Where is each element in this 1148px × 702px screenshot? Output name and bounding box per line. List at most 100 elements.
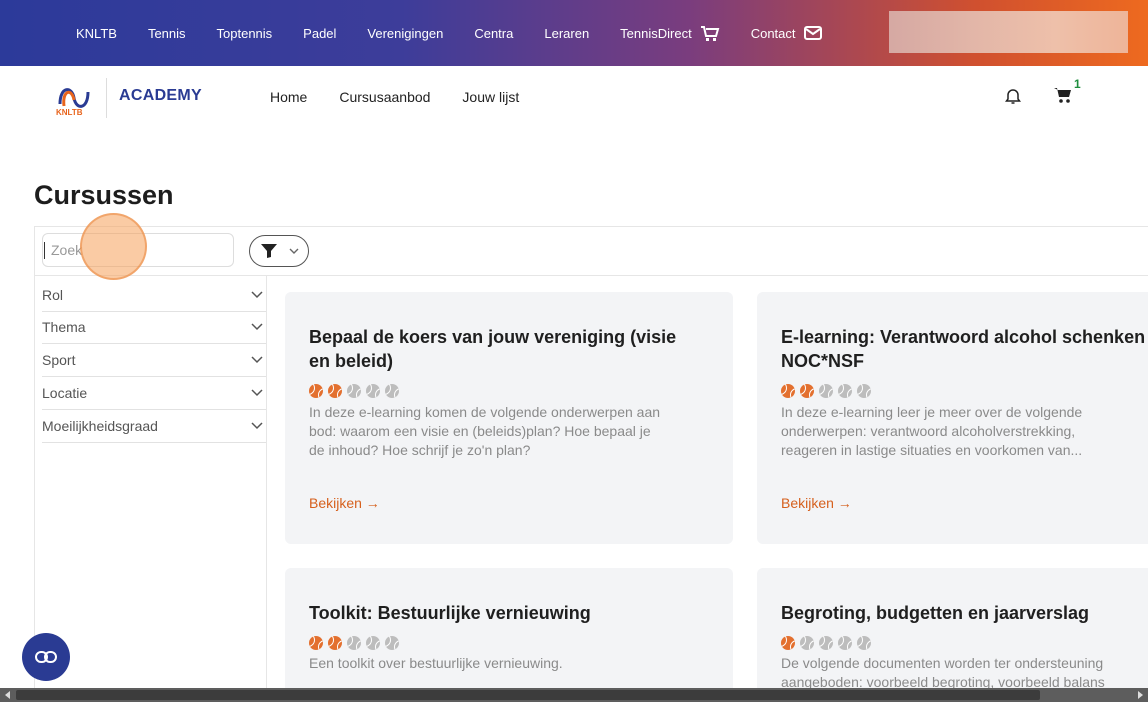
logo-text: KNLTB bbox=[56, 108, 83, 117]
chevron-down-icon bbox=[251, 389, 263, 397]
click-indicator bbox=[80, 213, 147, 280]
mail-icon bbox=[803, 26, 822, 40]
course-description: De volgende documenten worden ter onders… bbox=[781, 654, 1148, 688]
facet-label: Locatie bbox=[42, 385, 88, 401]
global-navbar: KNLTB Tennis Toptennis Padel Vereniginge… bbox=[0, 0, 1148, 66]
description-line: In deze e-learning komen de volgende ond… bbox=[309, 404, 661, 420]
topnav-verenigingen[interactable]: Verenigingen bbox=[367, 26, 443, 41]
tennis-ball-icon bbox=[328, 636, 342, 650]
topnav-leraren[interactable]: Leraren bbox=[544, 26, 589, 41]
chevron-down-icon bbox=[251, 323, 263, 331]
facet-sport[interactable]: Sport bbox=[42, 344, 266, 377]
topnav-toptennis[interactable]: Toptennis bbox=[217, 26, 273, 41]
global-nav: KNLTB Tennis Toptennis Padel Vereniginge… bbox=[0, 0, 853, 66]
tennis-ball-icon bbox=[385, 636, 399, 650]
topnav-tennis[interactable]: Tennis bbox=[148, 26, 186, 41]
tennis-ball-icon bbox=[800, 384, 814, 398]
tennis-ball-icon bbox=[857, 636, 871, 650]
tennis-ball-icon bbox=[347, 384, 361, 398]
course-title: E-learning: Verantwoord alcohol schenken bbox=[781, 327, 1146, 347]
topnav-tennisdirect[interactable]: TennisDirect bbox=[620, 25, 720, 41]
topnav-knltb[interactable]: KNLTB bbox=[76, 26, 117, 41]
topnav-padel[interactable]: Padel bbox=[303, 26, 336, 41]
tennis-ball-icon bbox=[800, 636, 814, 650]
tennis-ball-icon bbox=[347, 636, 361, 650]
course-description: Een toolkit over bestuurlijke vernieuwin… bbox=[309, 654, 709, 673]
difficulty-rating bbox=[781, 636, 876, 650]
filter-toggle-button[interactable] bbox=[249, 235, 309, 267]
description-line: reageren in lastige situaties en voorkom… bbox=[781, 442, 1083, 458]
scrollbar-thumb[interactable] bbox=[16, 690, 1040, 700]
course-card[interactable]: Toolkit: Bestuurlijke vernieuwing Een to… bbox=[285, 568, 733, 688]
main-nav: Home Cursusaanbod Jouw lijst bbox=[270, 89, 551, 105]
difficulty-rating bbox=[781, 384, 876, 398]
course-description: In deze e-learning komen de volgende ond… bbox=[309, 403, 709, 460]
chevron-down-icon bbox=[289, 248, 299, 254]
description-line: Een toolkit over bestuurlijke vernieuwin… bbox=[309, 655, 563, 671]
description-line: In deze e-learning leer je meer over de … bbox=[781, 404, 1083, 420]
nav-home[interactable]: Home bbox=[270, 89, 307, 105]
facet-rol[interactable]: Rol bbox=[42, 279, 266, 312]
view-course-link[interactable]: Bekijken → bbox=[309, 495, 380, 511]
academy-brand[interactable]: ACADEMY bbox=[119, 87, 202, 105]
nav-jouw-lijst[interactable]: Jouw lijst bbox=[462, 89, 519, 105]
tennis-ball-icon bbox=[781, 636, 795, 650]
text-cursor bbox=[44, 242, 45, 259]
description-line: aangeboden: voorbeeld begroting, voorbee… bbox=[781, 674, 1105, 688]
scroll-right-icon[interactable] bbox=[1138, 691, 1143, 699]
facet-label: Moeilijkheidsgraad bbox=[42, 418, 158, 434]
facet-label: Thema bbox=[42, 319, 86, 335]
tennis-ball-icon bbox=[857, 384, 871, 398]
facet-label: Sport bbox=[42, 352, 76, 368]
tennis-ball-icon bbox=[838, 384, 852, 398]
header-divider bbox=[106, 78, 107, 118]
difficulty-rating bbox=[309, 384, 404, 398]
page-title: Cursussen bbox=[34, 180, 174, 210]
course-description: In deze e-learning leer je meer over de … bbox=[781, 403, 1141, 460]
facet-thema[interactable]: Thema bbox=[42, 311, 266, 344]
facet-moeilijkheidsgraad[interactable]: Moeilijkheidsgraad bbox=[42, 410, 266, 443]
tennis-ball-icon bbox=[819, 384, 833, 398]
tennis-ball-icon bbox=[385, 384, 399, 398]
tennis-ball-icon bbox=[328, 384, 342, 398]
view-course-link[interactable]: Bekijken → bbox=[781, 495, 852, 511]
bell-icon[interactable] bbox=[1005, 87, 1021, 105]
tennis-ball-icon bbox=[838, 636, 852, 650]
cart-icon[interactable] bbox=[1053, 86, 1073, 104]
course-title: Begroting, budgetten en jaarverslag bbox=[781, 603, 1090, 623]
tennis-ball-icon bbox=[781, 384, 795, 398]
course-title: en beleid) bbox=[309, 351, 394, 371]
chevron-down-icon bbox=[251, 422, 263, 430]
course-card[interactable]: Bepaal de koers van jouw vereniging (vis… bbox=[285, 292, 733, 544]
description-line: De volgende documenten worden ter onders… bbox=[781, 655, 1104, 671]
course-title: Toolkit: Bestuurlijke vernieuwing bbox=[309, 603, 591, 623]
difficulty-rating bbox=[309, 636, 404, 650]
chat-button[interactable] bbox=[22, 633, 70, 681]
facet-label: Rol bbox=[42, 287, 64, 303]
description-line: onderwerpen: verantwoord alcoholverstrek… bbox=[781, 423, 1076, 439]
tennis-ball-icon bbox=[366, 384, 380, 398]
filter-icon bbox=[261, 244, 277, 258]
topnav-tennisdirect-label: TennisDirect bbox=[620, 25, 692, 41]
topnav-contact[interactable]: Contact bbox=[751, 26, 822, 41]
description-line: bod: waarom een visie en (beleids)plan? … bbox=[309, 423, 651, 439]
cart-count-badge: 1 bbox=[1074, 77, 1081, 91]
nav-cursusaanbod[interactable]: Cursusaanbod bbox=[339, 89, 430, 105]
course-title: NOC*NSF bbox=[781, 351, 865, 371]
chevron-down-icon bbox=[251, 356, 263, 364]
topnav-centra[interactable]: Centra bbox=[474, 26, 513, 41]
description-line: de inhoud? Hoe schrijf je zo'n plan? bbox=[309, 442, 531, 458]
course-card[interactable]: E-learning: Verantwoord alcohol schenken… bbox=[757, 292, 1148, 544]
scroll-left-icon[interactable] bbox=[5, 691, 10, 699]
cart-icon bbox=[700, 26, 720, 41]
chevron-down-icon bbox=[251, 291, 263, 299]
tennis-ball-icon bbox=[309, 384, 323, 398]
horizontal-scrollbar[interactable] bbox=[0, 688, 1148, 702]
blurred-user-area bbox=[889, 11, 1128, 53]
topnav-contact-label: Contact bbox=[750, 25, 796, 41]
tennis-ball-icon bbox=[309, 636, 323, 650]
course-card[interactable]: Begroting, budgetten en jaarverslag De v… bbox=[757, 568, 1148, 688]
course-title: Bepaal de koers van jouw vereniging (vis… bbox=[309, 327, 677, 347]
facet-locatie[interactable]: Locatie bbox=[42, 377, 266, 410]
tennis-ball-icon bbox=[366, 636, 380, 650]
